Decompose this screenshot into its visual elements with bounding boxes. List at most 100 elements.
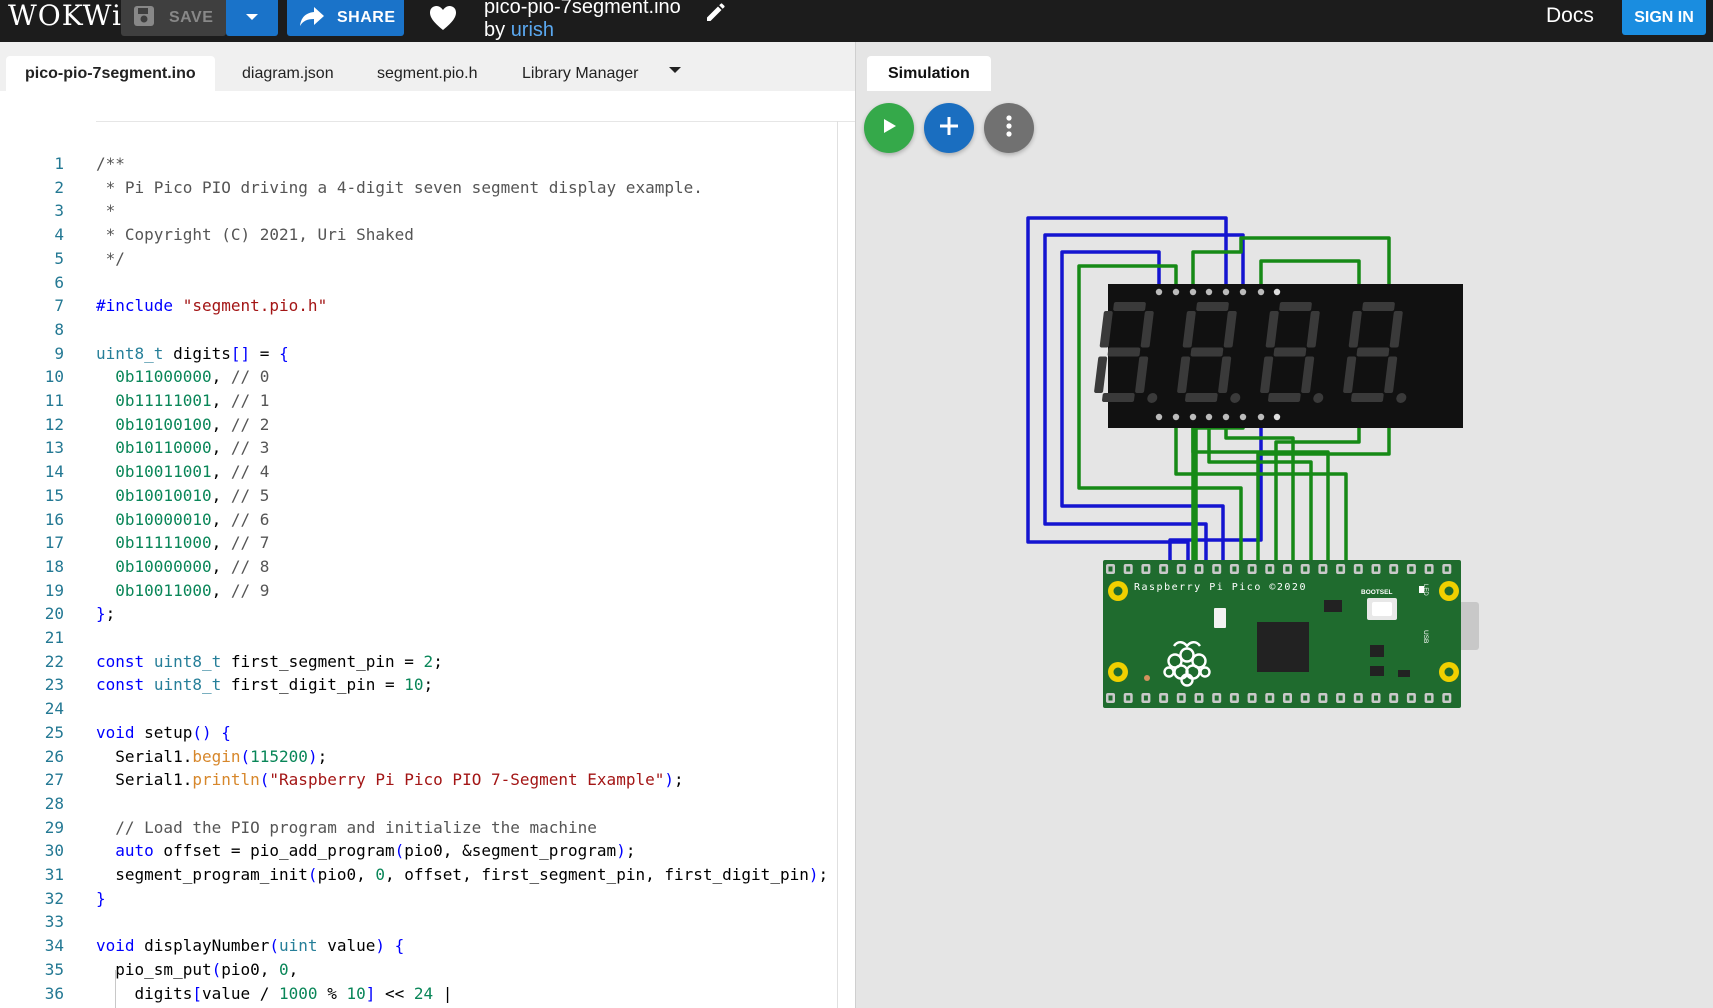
by-label: by xyxy=(484,19,506,41)
line-number: 29 xyxy=(44,817,64,837)
line-number: 17 xyxy=(44,533,64,553)
code-line[interactable]: void displayNumber(uint value) { xyxy=(96,934,404,958)
display-pin[interactable] xyxy=(1273,288,1281,296)
share-button[interactable]: SHARE xyxy=(287,0,404,36)
save-button[interactable]: SAVE xyxy=(121,0,226,36)
crystal xyxy=(1214,608,1226,628)
code-line[interactable]: } xyxy=(96,887,106,911)
save-options-button[interactable] xyxy=(226,0,278,36)
display-pin[interactable] xyxy=(1189,288,1197,296)
code-line[interactable]: uint8_t digits[] = { xyxy=(96,342,289,366)
line-number: 3 xyxy=(54,201,64,221)
tab-library-manager[interactable]: Library Manager xyxy=(522,56,639,91)
tab-main-ino[interactable]: pico-pio-7segment.ino xyxy=(6,56,215,91)
code-line[interactable]: #include "segment.pio.h" xyxy=(96,294,327,318)
project-title: pico-pio-7segment.ino xyxy=(484,0,681,18)
share-label: SHARE xyxy=(337,9,396,26)
code-line[interactable]: * Pi Pico PIO driving a 4-digit seven se… xyxy=(96,176,703,200)
code-line[interactable]: segment_program_init(pio0, 0, offset, fi… xyxy=(96,863,828,887)
heart-icon[interactable] xyxy=(428,4,458,37)
display-pin[interactable] xyxy=(1222,288,1230,296)
line-number: 8 xyxy=(54,319,64,339)
display-pin[interactable] xyxy=(1189,413,1197,421)
line-number: 6 xyxy=(54,272,64,292)
raspberry-pi-pico-board[interactable]: Raspberry Pi Pico ©2020 BOOTSEL USB LED xyxy=(1103,560,1479,708)
code-line[interactable]: 0b10011001, // 4 xyxy=(96,460,269,484)
code-line[interactable]: 0b10011000, // 9 xyxy=(96,579,269,603)
code-line[interactable]: const uint8_t first_digit_pin = 10; xyxy=(96,673,433,697)
code-line[interactable]: 0b10110000, // 3 xyxy=(96,436,269,460)
code-line[interactable]: 0b11111001, // 1 xyxy=(96,389,269,413)
project-byline: by urish xyxy=(484,19,554,41)
code-line[interactable]: 0b10100100, // 2 xyxy=(96,413,269,437)
floppy-disk-icon xyxy=(133,5,155,32)
line-number: 23 xyxy=(44,675,64,695)
display-pin[interactable] xyxy=(1155,413,1163,421)
line-number: 26 xyxy=(44,746,64,766)
code-line[interactable]: 0b11111000, // 7 xyxy=(96,531,269,555)
line-number: 11 xyxy=(44,391,64,410)
seven-segment-display[interactable] xyxy=(1093,284,1463,428)
line-number: 24 xyxy=(44,699,64,719)
code-line[interactable]: }; xyxy=(96,602,115,626)
line-number: 31 xyxy=(44,865,64,884)
code-line[interactable]: * Copyright (C) 2021, Uri Shaked xyxy=(96,223,414,247)
pencil-icon[interactable] xyxy=(704,0,728,29)
share-arrow-icon xyxy=(299,5,325,32)
display-pin[interactable] xyxy=(1257,288,1265,296)
docs-link[interactable]: Docs xyxy=(1546,4,1594,28)
line-number: 2 xyxy=(54,177,64,197)
line-number: 10 xyxy=(44,367,64,387)
tab-diagram-json[interactable]: diagram.json xyxy=(242,56,334,91)
code-line[interactable]: 0b10010010, // 5 xyxy=(96,484,269,508)
code-line[interactable]: digits[value / 1000 % 10] << 24 | xyxy=(96,982,453,1006)
display-pin[interactable] xyxy=(1273,413,1281,421)
line-number: 36 xyxy=(44,983,64,1003)
code-line[interactable]: const uint8_t first_segment_pin = 2; xyxy=(96,650,443,674)
line-number: 20 xyxy=(44,604,64,624)
code-line[interactable]: 0b11000000, // 0 xyxy=(96,365,269,389)
wokwi-logo[interactable]: WOKWi xyxy=(8,0,122,32)
display-pin[interactable] xyxy=(1155,288,1163,296)
display-pin[interactable] xyxy=(1239,288,1247,296)
code-line[interactable]: 0b10000000, // 8 xyxy=(96,555,269,579)
tabs-dropdown-icon[interactable] xyxy=(669,67,681,73)
line-number: 18 xyxy=(44,556,64,576)
code-line[interactable]: auto offset = pio_add_program(pio0, &seg… xyxy=(96,839,635,863)
code-line[interactable]: /** xyxy=(96,152,125,176)
code-line[interactable]: pio_sm_put(pio0, 0, xyxy=(96,958,298,982)
line-number: 14 xyxy=(44,462,64,482)
display-pin[interactable] xyxy=(1172,288,1180,296)
circuit-diagram[interactable]: Raspberry Pi Pico ©2020 BOOTSEL USB LED xyxy=(856,42,1713,1008)
line-number: 13 xyxy=(44,438,64,458)
code-line[interactable]: * xyxy=(96,199,116,223)
line-number: 19 xyxy=(44,580,64,600)
display-pin[interactable] xyxy=(1172,413,1180,421)
line-number: 22 xyxy=(44,651,64,671)
code-line[interactable]: // Load the PIO program and initialize t… xyxy=(96,816,597,840)
display-pin[interactable] xyxy=(1257,413,1265,421)
simulation-pane: Simulation Raspberry Pi Pico ©2020 BOOTS… xyxy=(856,42,1713,1008)
line-number: 32 xyxy=(44,888,64,908)
code-line[interactable]: Serial1.println("Raspberry Pi Pico PIO 7… xyxy=(96,768,683,792)
code-line[interactable]: Serial1.begin(115200); xyxy=(96,745,327,769)
line-number: 30 xyxy=(44,841,64,861)
sign-in-button[interactable]: SIGN IN xyxy=(1622,0,1706,35)
line-number: 4 xyxy=(54,225,64,245)
indent-guide xyxy=(115,970,116,1008)
display-pin[interactable] xyxy=(1222,413,1230,421)
author-link[interactable]: urish xyxy=(511,19,554,41)
line-number: 34 xyxy=(44,936,64,956)
display-pin[interactable] xyxy=(1205,288,1213,296)
display-pin[interactable] xyxy=(1205,413,1213,421)
code-line[interactable]: void setup() { xyxy=(96,721,231,745)
tab-segment-pio-h[interactable]: segment.pio.h xyxy=(377,56,478,91)
line-number: 33 xyxy=(44,912,64,932)
display-pin[interactable] xyxy=(1239,413,1247,421)
line-number: 12 xyxy=(44,414,64,434)
code-line[interactable]: 0b10000010, // 6 xyxy=(96,508,269,532)
line-number: 35 xyxy=(44,959,64,979)
line-number: 7 xyxy=(54,296,64,316)
code-line[interactable]: */ xyxy=(96,247,125,271)
code-editor[interactable]: 1 /** 2 * Pi Pico PIO driving a 4-digit se… xyxy=(0,120,840,1008)
